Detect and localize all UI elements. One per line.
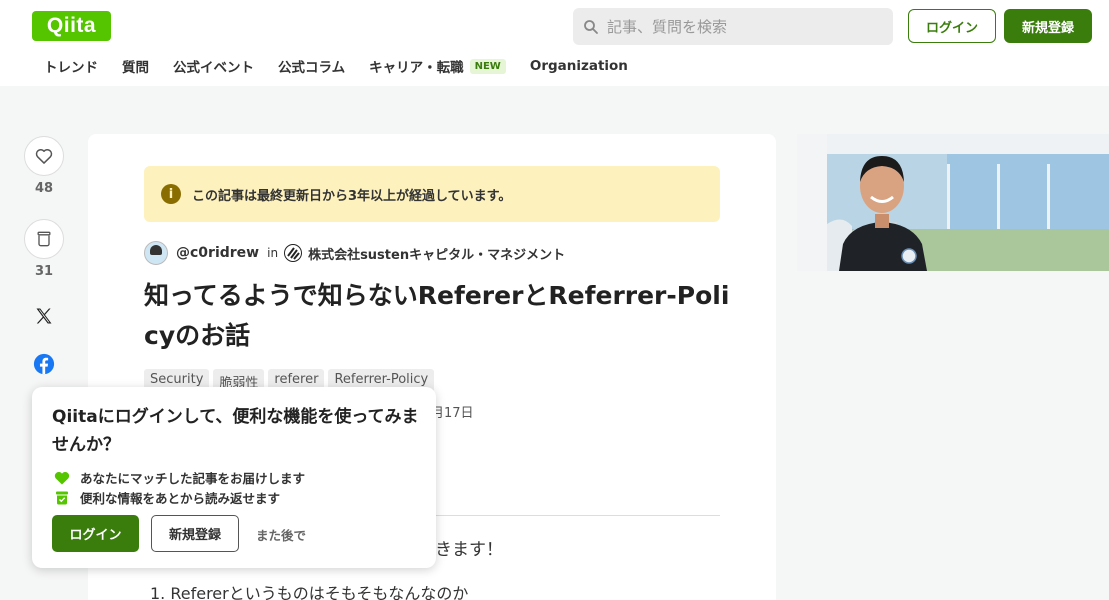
outdated-notice-text: この記事は最終更新日から3年以上が経過しています。: [192, 188, 512, 204]
share-x-button[interactable]: [32, 304, 56, 328]
popup-login-button[interactable]: ログイン: [52, 515, 139, 552]
popup-signup-button[interactable]: 新規登録: [151, 515, 239, 552]
info-icon: i: [161, 184, 181, 204]
post-date: 月17日: [431, 406, 474, 421]
popup-later-link[interactable]: また後で: [256, 525, 306, 544]
popup-feature-text: あなたにマッチした記事をお届けします: [80, 471, 306, 486]
qiita-logo[interactable]: Qiita: [32, 11, 111, 41]
x-icon: [36, 308, 52, 324]
outdated-notice: i この記事は最終更新日から3年以上が経過しています。: [144, 166, 720, 222]
nav-item-official-events[interactable]: 公式イベント: [173, 56, 254, 76]
search-box[interactable]: [573, 8, 893, 45]
nav-item-organization[interactable]: Organization: [530, 58, 628, 74]
main-nav: トレンド 質問 公式イベント 公式コラム キャリア・転職 NEW Organiz…: [44, 55, 652, 77]
article-title: 知ってるようで知らないRefererとReferrer-Policyのお話: [144, 281, 730, 350]
signup-button[interactable]: 新規登録: [1004, 9, 1092, 43]
organization-name[interactable]: 株式会社sustenキャピタル・マネジメント: [308, 244, 565, 263]
sidebar-ad-image[interactable]: [797, 134, 1109, 271]
nav-item-official-column[interactable]: 公式コラム: [278, 56, 345, 76]
nav-item-trend[interactable]: トレンド: [44, 56, 98, 76]
search-input[interactable]: [607, 17, 877, 36]
stock-button[interactable]: [24, 219, 64, 259]
stock-icon: [37, 231, 51, 247]
in-label: in: [267, 246, 279, 260]
popup-feature-text: 便利な情報をあとから読み返せます: [80, 491, 281, 506]
nav-item-questions[interactable]: 質問: [122, 56, 149, 76]
site-header: Qiita ログイン 新規登録 トレンド 質問 公式イベント 公式コラム キャリ…: [0, 0, 1109, 86]
popup-feature-item: あなたにマッチした記事をお届けします: [54, 468, 305, 487]
person-photo: [797, 134, 1109, 271]
login-prompt-popup: Qiitaにログインして、便利な機能を使ってみませんか？ あなたにマッチした記事…: [32, 387, 436, 568]
author-name[interactable]: @c0ridrew: [176, 245, 259, 261]
nav-item-career[interactable]: キャリア・転職 NEW: [369, 56, 506, 76]
new-badge: NEW: [469, 58, 506, 74]
avatar[interactable]: [144, 241, 168, 265]
stock-count: 31: [34, 264, 54, 279]
share-facebook-button[interactable]: [32, 352, 56, 376]
heart-icon: [54, 471, 70, 484]
list-item: 1. Refererというものはそもそもなんなのか: [150, 584, 469, 600]
like-count: 48: [34, 181, 54, 196]
like-button[interactable]: [24, 136, 64, 176]
stock-icon: [56, 491, 68, 504]
popup-title: Qiitaにログインして、便利な機能を使ってみませんか？: [52, 407, 419, 455]
popup-feature-item: 便利な情報をあとから読み返せます: [54, 488, 280, 507]
article-body-text: きます！: [435, 540, 503, 560]
heart-icon: [35, 148, 53, 164]
login-button[interactable]: ログイン: [908, 9, 996, 43]
organization-logo-icon[interactable]: [284, 244, 303, 262]
search-icon: [584, 19, 598, 34]
facebook-icon: [33, 353, 55, 375]
author-row: @c0ridrew in 株式会社sustenキャピタル・マネジメント: [144, 241, 565, 265]
nav-item-career-label: キャリア・転職: [369, 60, 464, 76]
